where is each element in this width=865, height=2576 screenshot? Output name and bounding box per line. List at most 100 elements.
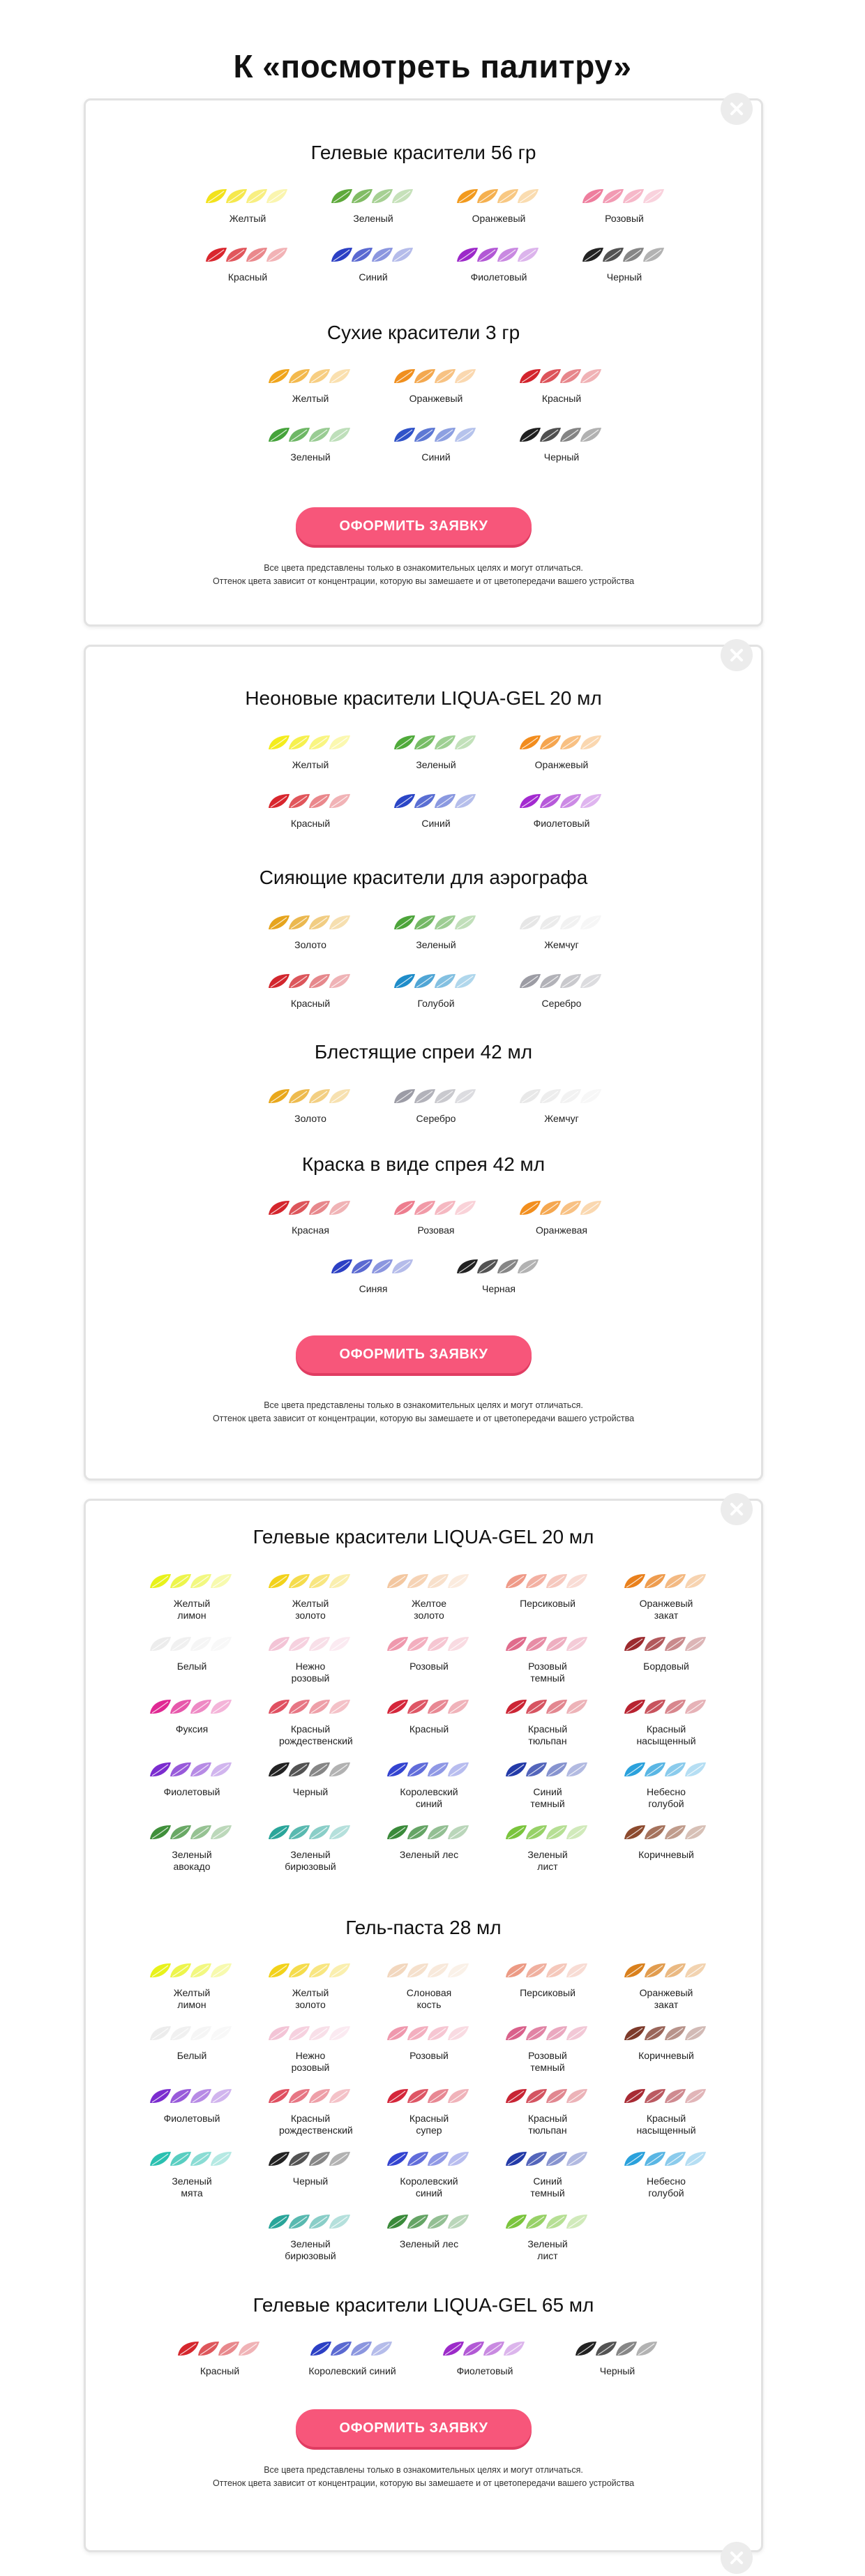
color-swatch: Оранжевый	[506, 734, 617, 771]
palette-card-liqua-gel: Неоновые красители LIQUA-GEL 20 мл Сияющ…	[84, 645, 763, 1481]
swatch-label: Зеленый бирюзовый	[285, 2238, 336, 2261]
color-swatch: Красный	[164, 2340, 276, 2377]
color-swatch: Черная	[443, 1258, 555, 1295]
color-swatch: Зеленый лист	[492, 2213, 603, 2262]
swatch-label: Оранжевый	[534, 759, 589, 770]
color-swatch: Красный тюльпан	[492, 1698, 603, 1747]
color-drops-icon	[150, 2026, 232, 2040]
color-drops-icon	[624, 2089, 706, 2103]
swatch-label: Небесно голубой	[647, 1786, 686, 1809]
close-icon[interactable]	[721, 639, 753, 671]
color-drops-icon	[150, 2152, 232, 2166]
color-drops-icon	[394, 915, 476, 929]
swatch-label: Красный	[200, 2365, 240, 2376]
swatch-label: Розовый темный	[528, 2050, 567, 2073]
color-swatch: Зеленый	[255, 426, 366, 463]
swatch-label: Синий	[421, 451, 451, 463]
swatch-label: Персиковый	[520, 1987, 576, 1998]
color-swatch: Слоновая кость	[373, 1962, 485, 2011]
swatch-label: Белый	[176, 2050, 207, 2061]
color-swatch: Розовая	[380, 1199, 492, 1236]
swatch-label: Желтый	[229, 213, 266, 224]
color-swatch: Синяя	[317, 1258, 429, 1295]
color-drops-icon	[394, 369, 476, 383]
color-drops-icon	[506, 1574, 587, 1588]
color-swatch: Серебро	[380, 1088, 492, 1125]
color-swatch: Желтый золото	[255, 1962, 366, 2011]
color-swatch: Красный	[255, 973, 366, 1010]
submit-request-button[interactable]: ОФОРМИТЬ ЗАЯВКУ	[296, 1335, 532, 1373]
color-swatch: Зеленый бирюзовый	[255, 1824, 366, 1873]
swatch-label: Розовая	[417, 1225, 455, 1236]
color-drops-icon	[506, 1700, 587, 1714]
close-icon[interactable]	[721, 93, 753, 125]
color-swatch: Зеленый бирюзовый	[255, 2213, 366, 2262]
color-swatch: Фиолетовый	[443, 246, 555, 283]
swatch-label: Зеленый бирюзовый	[285, 1849, 336, 1872]
color-swatch: Черный	[562, 2340, 673, 2377]
swatch-label: Серебро	[416, 1113, 456, 1124]
color-drops-icon	[387, 1963, 469, 1977]
color-swatch: Черный	[255, 1761, 366, 1798]
color-swatch: Фуксия	[136, 1698, 248, 1735]
section-title: Сияющие красители для аэрографа	[259, 867, 588, 888]
swatch-label: Серебро	[541, 998, 582, 1009]
color-swatch: Королевский синий	[373, 2150, 485, 2199]
swatch-label: Красный	[290, 998, 331, 1009]
color-swatch: Желтый золото	[255, 1573, 366, 1622]
swatch-label: Желтый лимон	[173, 1987, 211, 2010]
close-icon[interactable]	[721, 2542, 753, 2574]
color-drops-icon	[387, 2026, 469, 2040]
color-swatch: Нежно розовый	[255, 2025, 366, 2074]
color-swatch: Зеленый лист	[492, 1824, 603, 1873]
swatch-label: Нежно розовый	[291, 1661, 330, 1684]
color-swatch: Золото	[255, 1088, 366, 1125]
swatch-label: Красный	[541, 393, 582, 404]
color-swatch: Зеленый	[380, 914, 492, 951]
swatch-label: Красный	[227, 271, 268, 283]
color-drops-icon	[269, 974, 350, 988]
close-icon[interactable]	[721, 1493, 753, 1525]
color-drops-icon	[269, 1637, 350, 1651]
color-swatch: Голубой	[380, 973, 492, 1010]
color-drops-icon	[394, 428, 476, 442]
color-drops-icon	[624, 2026, 706, 2040]
section-title: Гелевые красители 56 гр	[310, 142, 536, 163]
swatch-label: Оранжевая	[536, 1225, 587, 1236]
swatch-label: Королевский синий	[400, 2176, 458, 2199]
color-drops-icon	[150, 1825, 232, 1839]
swatch-label: Черный	[606, 271, 642, 283]
color-drops-icon	[269, 1762, 350, 1776]
color-drops-icon	[387, 2089, 469, 2103]
swatch-label: Голубой	[417, 998, 455, 1009]
color-swatch: Желтый	[192, 188, 303, 225]
color-swatch: Нежно розовый	[255, 1635, 366, 1684]
color-swatch: Небесно голубой	[610, 2150, 722, 2199]
swatch-label: Зеленый лист	[527, 2238, 568, 2261]
swatch-label: Розовый	[605, 213, 644, 224]
color-swatch: Красный рождественский	[255, 1698, 366, 1747]
color-swatch: Черный	[255, 2150, 366, 2187]
page-title: К «посмотреть палитру»	[233, 48, 632, 84]
swatch-label: Синий	[359, 271, 388, 283]
swatch-label: Красный рождественский	[279, 2113, 353, 2136]
swatch-label: Коричневый	[638, 1849, 694, 1860]
submit-request-button[interactable]: ОФОРМИТЬ ЗАЯВКУ	[296, 2409, 532, 2447]
swatch-label: Слоновая кость	[406, 1987, 452, 2010]
swatch-label: Красный тюльпан	[527, 2113, 568, 2136]
color-swatch: Небесно голубой	[610, 1761, 722, 1810]
disclaimer-line-2: Оттенок цвета зависит от концентрации, к…	[212, 2478, 635, 2488]
swatch-label: Зеленый лес	[399, 2238, 459, 2249]
swatch-label: Королевский синий	[308, 2365, 396, 2376]
color-drops-icon	[624, 1700, 706, 1714]
submit-request-button[interactable]: ОФОРМИТЬ ЗАЯВКУ	[296, 507, 532, 545]
color-drops-icon	[443, 2342, 525, 2356]
color-drops-icon	[206, 248, 287, 262]
color-drops-icon	[150, 1574, 232, 1588]
color-swatch: Желтое золото	[373, 1573, 485, 1622]
color-swatch: Персиковый	[492, 1573, 603, 1610]
color-drops-icon	[269, 1963, 350, 1977]
color-drops-icon	[520, 1201, 601, 1215]
disclaimer-line-2: Оттенок цвета зависит от концентрации, к…	[212, 1414, 635, 1423]
color-swatch: Зеленый лес	[373, 1824, 485, 1861]
